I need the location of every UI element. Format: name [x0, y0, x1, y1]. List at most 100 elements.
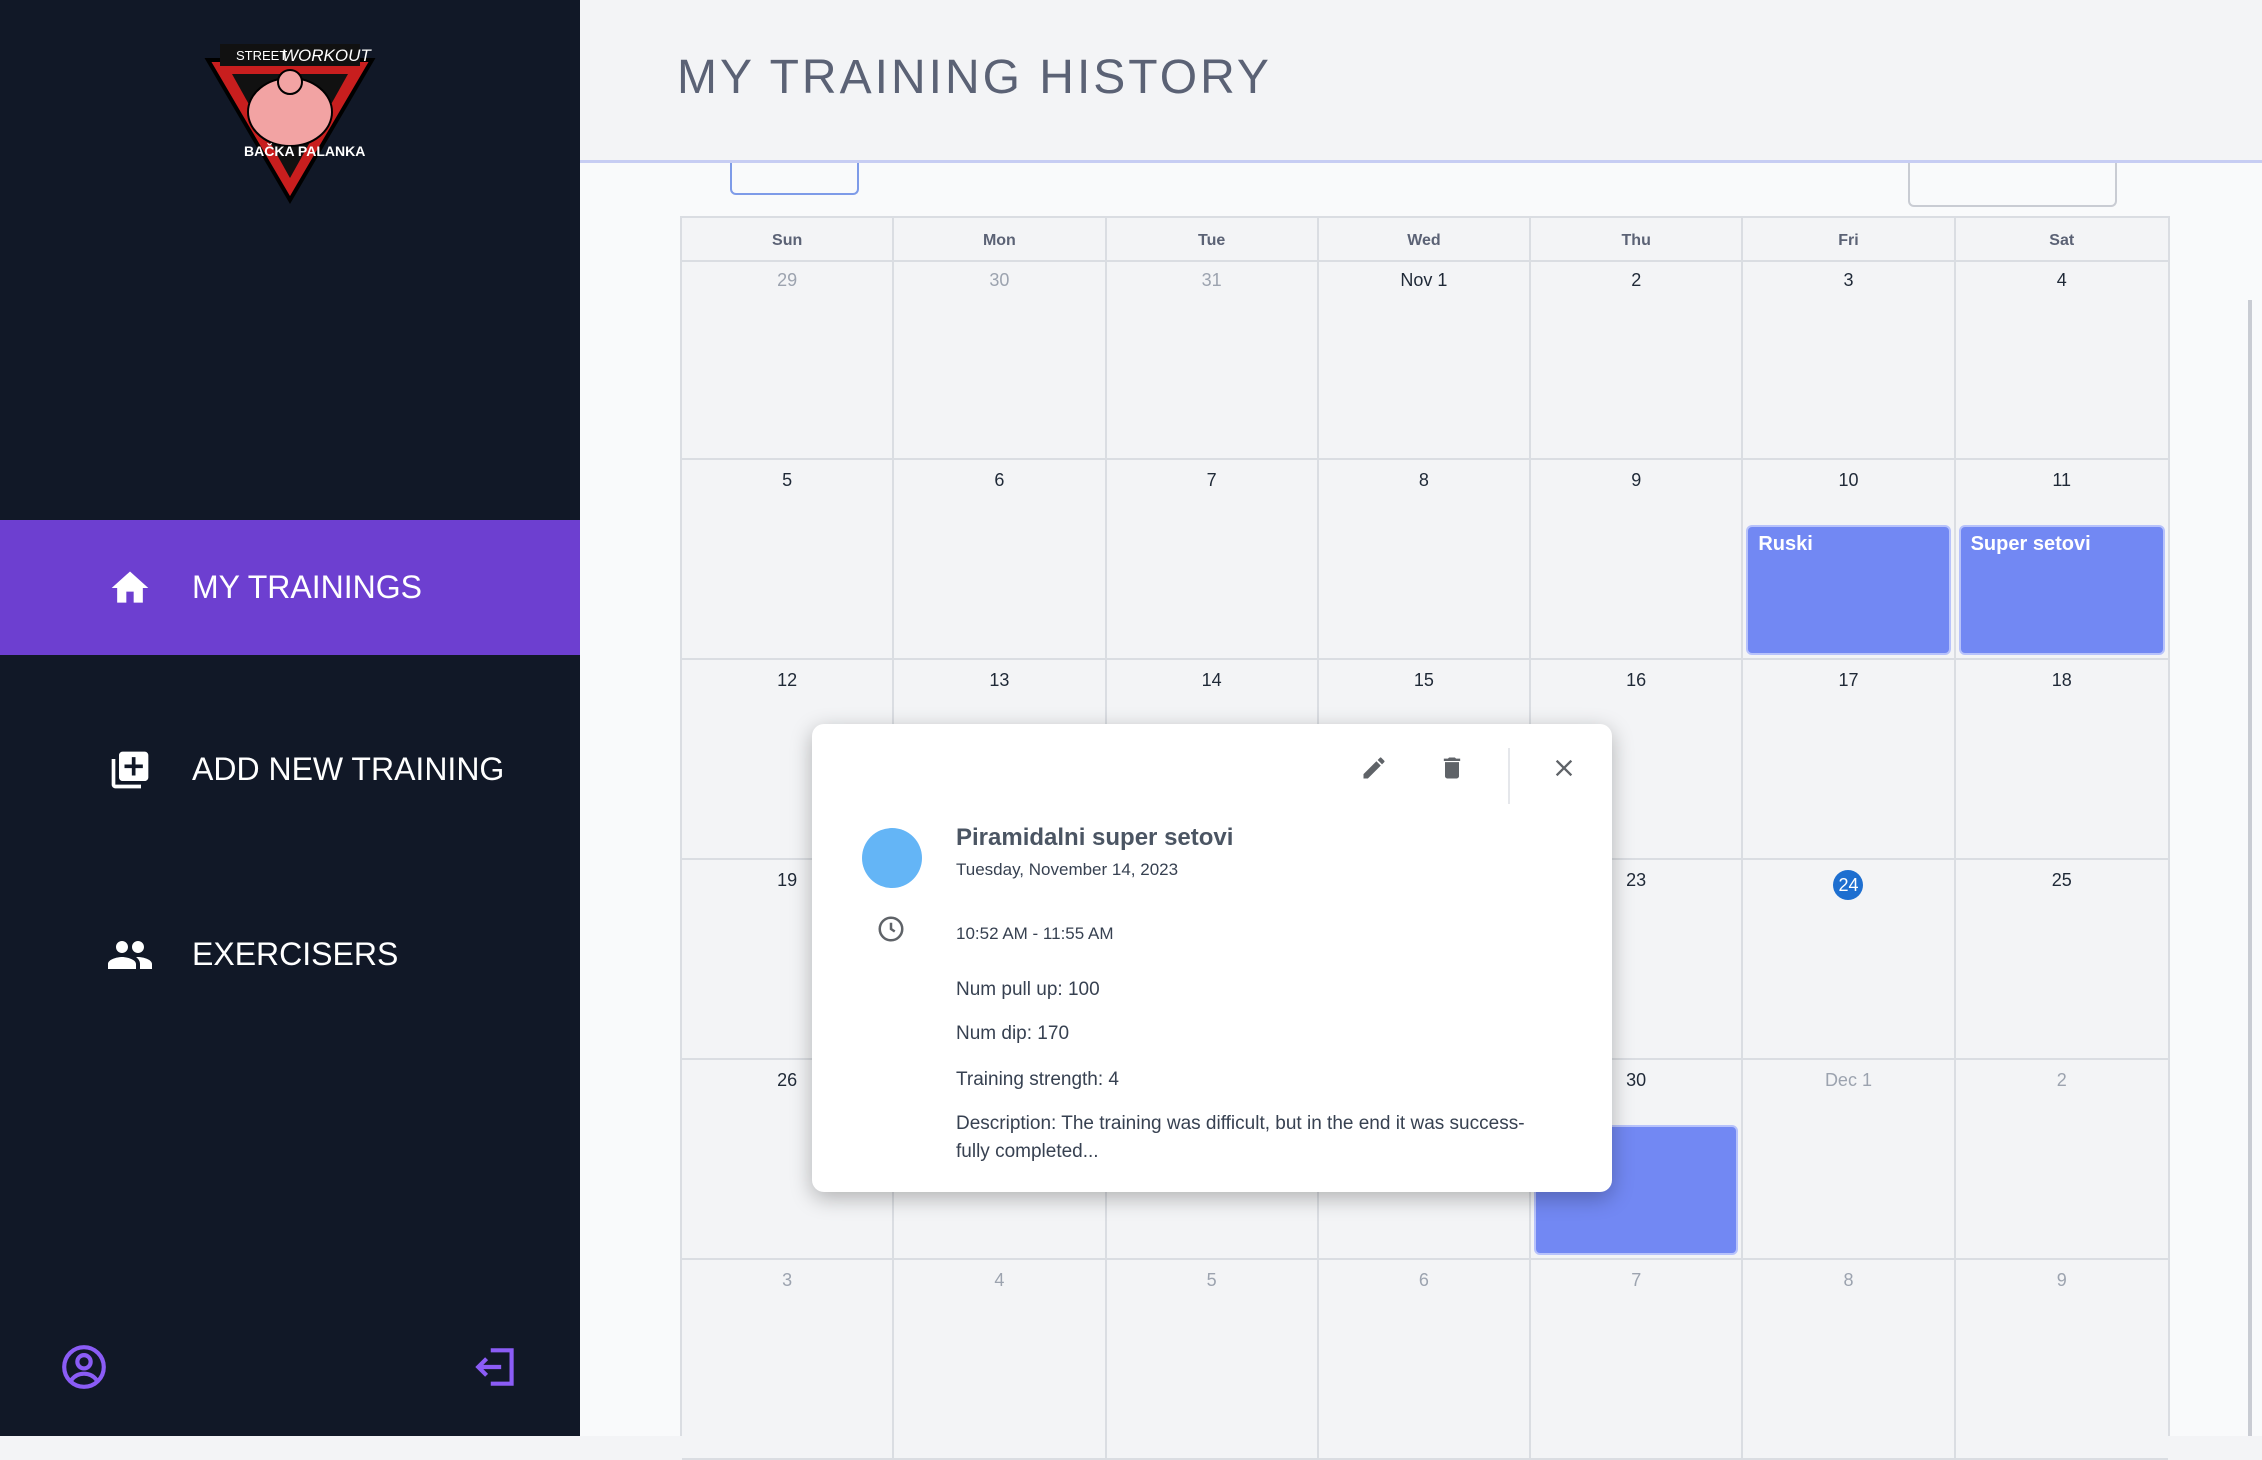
calendar-day-cell[interactable]: 4 [1956, 260, 2168, 458]
calendar-day-cell[interactable]: 9 [1531, 460, 1744, 658]
day-number: 2 [2056, 1070, 2067, 1090]
day-number: 17 [1838, 670, 1859, 690]
event-date: Tuesday, November 14, 2023 [956, 860, 1179, 879]
calendar-week: 3 4 5 6 7 8 9 [682, 1260, 2168, 1460]
calendar-event[interactable]: Ruski [1746, 525, 1951, 655]
event-title: Piramidalni super setovi [956, 824, 1234, 851]
calendar-day-cell[interactable]: 18 [1956, 660, 2168, 858]
day-number: 10 [1838, 470, 1859, 490]
account-circle-icon[interactable] [59, 1342, 109, 1392]
day-number: 31 [1201, 270, 1222, 290]
day-number: 8 [1843, 1270, 1854, 1290]
day-number: 4 [994, 1270, 1005, 1290]
calendar-day-cell[interactable]: 5 [1107, 1260, 1319, 1458]
calendar-day-cell[interactable]: 17 [1743, 660, 1956, 858]
sidebar-item-my-trainings[interactable]: MY TRAININGS [0, 520, 580, 655]
calendar-week: 5 6 7 8 9 10 Ruski 11 Super setovi [682, 460, 2168, 660]
calendar-day-cell[interactable]: 31 [1107, 260, 1319, 458]
day-number: 4 [2056, 270, 2067, 290]
action-separator [1508, 748, 1510, 804]
dow-label: Mon [894, 218, 1107, 260]
calendar-event[interactable]: Super setovi [1958, 525, 2165, 655]
view-selector[interactable] [1908, 163, 2117, 207]
calendar-day-cell[interactable]: 2 [1956, 1060, 2168, 1258]
day-number: Dec 1 [1824, 1070, 1872, 1090]
day-of-week-header: Sun Mon Tue Wed Thu Fri Sat [682, 216, 2168, 262]
calendar-day-cell[interactable]: 8 [1319, 460, 1532, 658]
scrollbar[interactable] [2248, 300, 2252, 1436]
calendar-day-cell[interactable]: Nov 1 [1319, 260, 1532, 458]
dow-label: Thu [1531, 218, 1744, 260]
event-dips: Num dip: 170 [956, 1023, 1070, 1044]
day-number: 16 [1626, 670, 1647, 690]
home-icon [105, 563, 155, 613]
calendar-day-cell[interactable]: 3 [682, 1260, 895, 1458]
day-number: Nov 1 [1400, 270, 1448, 290]
event-time: 10:52 AM - 11:55 AM [956, 924, 1114, 943]
calendar-day-cell[interactable]: 6 [1319, 1260, 1532, 1458]
day-number: 13 [989, 670, 1010, 690]
day-number: 3 [1843, 270, 1854, 290]
calendar-day-cell[interactable]: 4 [894, 1260, 1107, 1458]
event-strength: Training strength: 4 [956, 1069, 1119, 1090]
calendar-day-cell[interactable]: 2 [1531, 260, 1744, 458]
day-number: 8 [1418, 470, 1429, 490]
sidebar-item-label: EXERCISERS [192, 936, 399, 972]
event-color-dot [862, 828, 922, 888]
page-header: MY TRAINING HISTORY [580, 0, 2262, 163]
calendar-day-cell[interactable]: 7 [1531, 1260, 1744, 1458]
day-number: 6 [994, 470, 1005, 490]
street-workout-logo[interactable]: STREET WORKOUT BAČKA PALANKA [200, 40, 380, 210]
day-number: 2 [1631, 270, 1642, 290]
calendar-day-cell[interactable]: 29 [682, 260, 895, 458]
event-description-line2: fully completed... [956, 1141, 1099, 1162]
logout-icon[interactable] [472, 1342, 522, 1392]
day-number: 7 [1631, 1270, 1642, 1290]
day-number: 7 [1206, 470, 1217, 490]
sidebar-item-label: MY TRAININGS [192, 569, 422, 605]
event-pull-ups: Num pull up: 100 [956, 979, 1100, 1000]
dow-label: Sat [2049, 232, 2075, 249]
logo-text-workout: WORKOUT [282, 46, 372, 65]
clock-icon [876, 914, 906, 944]
day-number: 15 [1413, 670, 1434, 690]
calendar-day-cell[interactable]: 30 [894, 260, 1107, 458]
day-number: 14 [1201, 670, 1222, 690]
day-number: 12 [777, 670, 798, 690]
today-badge: 24 [1833, 870, 1864, 900]
calendar-day-cell[interactable]: 7 [1107, 460, 1319, 658]
calendar-day-cell[interactable]: 24 [1743, 860, 1956, 1058]
calendar-day-cell[interactable]: 11 Super setovi [1956, 460, 2168, 658]
logo-text-street: STREET [236, 48, 287, 63]
edit-icon[interactable] [1354, 748, 1394, 788]
today-day-number: 24 [1743, 870, 1953, 900]
calendar-day-cell[interactable]: 5 [682, 460, 895, 658]
sidebar: STREET WORKOUT BAČKA PALANKA MY TRAINING… [0, 0, 580, 1436]
calendar-day-cell[interactable]: 6 [894, 460, 1107, 658]
day-number: 5 [1206, 1270, 1217, 1290]
close-icon[interactable] [1544, 748, 1584, 788]
calendar-week: 29 30 31 Nov 1 2 3 4 [682, 260, 2168, 460]
event-description-line1: Description: The training was difficult,… [956, 1113, 1525, 1134]
calendar-day-cell[interactable]: 8 [1743, 1260, 1956, 1458]
people-icon [105, 930, 155, 980]
calendar-day-cell[interactable]: 9 [1956, 1260, 2168, 1458]
calendar-day-cell[interactable]: Dec 1 [1743, 1060, 1956, 1258]
sidebar-item-label: ADD NEW TRAINING [192, 751, 505, 787]
calendar-day-cell[interactable]: 10 Ruski [1743, 460, 1956, 658]
sidebar-item-exercisers[interactable]: EXERCISERS [0, 887, 580, 1022]
calendar-day-cell[interactable]: 25 [1956, 860, 2168, 1058]
logo-text-city: BAČKA PALANKA [244, 142, 365, 159]
add-library-icon [105, 745, 155, 795]
today-button[interactable] [730, 163, 859, 195]
day-number: 5 [782, 470, 793, 490]
day-number: 29 [777, 270, 798, 290]
sidebar-item-add-new-training[interactable]: ADD NEW TRAINING [0, 702, 580, 837]
day-number: 25 [2051, 870, 2072, 890]
dow-label: Fri [1743, 218, 1956, 260]
calendar-day-cell[interactable]: 3 [1743, 260, 1956, 458]
day-number: 9 [2056, 1270, 2067, 1290]
day-number: 6 [1418, 1270, 1429, 1290]
delete-icon[interactable] [1432, 748, 1472, 788]
day-number: 11 [2052, 470, 2072, 490]
